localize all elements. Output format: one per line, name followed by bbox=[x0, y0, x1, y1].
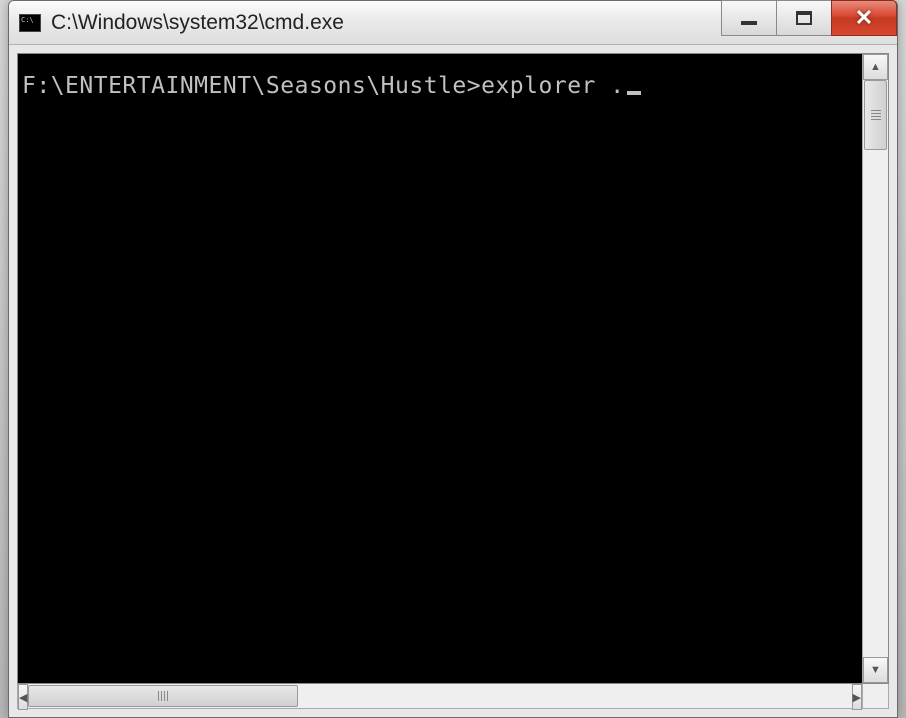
v-scroll-thumb[interactable] bbox=[864, 80, 887, 150]
scroll-left-button[interactable]: ◀ bbox=[18, 684, 28, 710]
cursor-icon bbox=[627, 91, 641, 95]
maximize-icon bbox=[796, 11, 812, 25]
cmd-icon bbox=[19, 14, 41, 32]
scroll-corner bbox=[862, 684, 888, 708]
arrow-up-icon: ▲ bbox=[870, 61, 881, 73]
arrow-left-icon: ◀ bbox=[19, 691, 27, 704]
prompt-text: F:\ENTERTAINMENT\Seasons\Hustle> bbox=[22, 73, 481, 99]
vertical-scrollbar: ▲ ▼ bbox=[862, 54, 888, 683]
titlebar[interactable]: C:\Windows\system32\cmd.exe ✕ bbox=[9, 1, 897, 45]
minimize-icon bbox=[741, 21, 757, 25]
h-scroll-track[interactable] bbox=[28, 684, 851, 708]
close-icon: ✕ bbox=[855, 5, 873, 31]
scroll-up-button[interactable]: ▲ bbox=[863, 54, 888, 80]
minimize-button[interactable] bbox=[721, 0, 777, 36]
window-controls: ✕ bbox=[722, 0, 897, 36]
terminal-region: F:\ENTERTAINMENT\Seasons\Hustle>explorer… bbox=[17, 53, 889, 684]
grip-icon bbox=[158, 691, 168, 701]
scroll-down-button[interactable]: ▼ bbox=[863, 657, 888, 683]
terminal-output[interactable]: F:\ENTERTAINMENT\Seasons\Hustle>explorer… bbox=[18, 54, 862, 683]
window-title: C:\Windows\system32\cmd.exe bbox=[51, 11, 344, 35]
command-text: explorer . bbox=[481, 73, 624, 99]
h-scroll-thumb[interactable] bbox=[28, 685, 298, 707]
cmd-window: C:\Windows\system32\cmd.exe ✕ F:\ENTERTA… bbox=[8, 0, 898, 718]
maximize-button[interactable] bbox=[776, 0, 832, 36]
arrow-down-icon: ▼ bbox=[870, 664, 881, 676]
v-scroll-track[interactable] bbox=[863, 80, 888, 657]
close-button[interactable]: ✕ bbox=[831, 0, 897, 36]
horizontal-scrollbar: ◀ ▶ bbox=[17, 683, 889, 709]
arrow-right-icon: ▶ bbox=[853, 691, 861, 704]
scroll-right-button[interactable]: ▶ bbox=[852, 684, 862, 710]
client-area: F:\ENTERTAINMENT\Seasons\Hustle>explorer… bbox=[9, 45, 897, 717]
grip-icon bbox=[871, 110, 881, 120]
